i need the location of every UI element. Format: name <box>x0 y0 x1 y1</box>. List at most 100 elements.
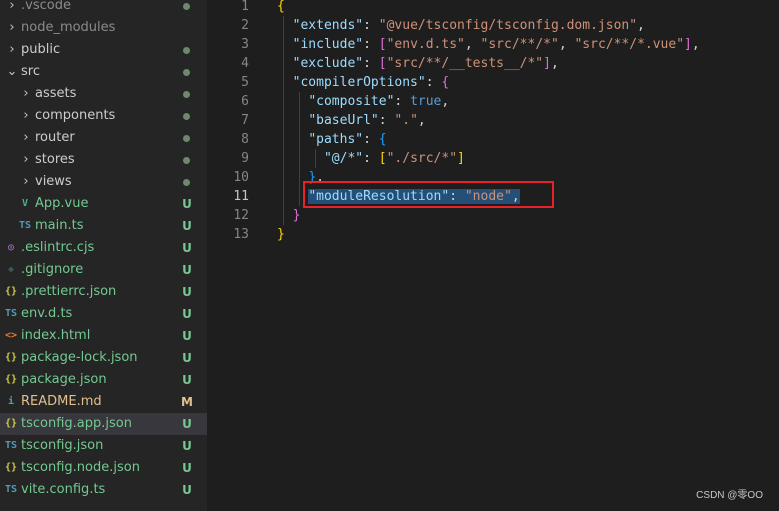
code-line[interactable]: { <box>277 0 285 16</box>
explorer-file[interactable]: {} package-lock.json U <box>0 347 207 369</box>
explorer-item-label: index.html <box>21 328 91 343</box>
explorer-folder[interactable]: › stores <box>0 149 207 171</box>
explorer-item-label: env.d.ts <box>21 306 73 321</box>
code-token: [ <box>378 151 387 166</box>
code-line[interactable]: "include": ["env.d.ts", "src/**/*", "src… <box>277 35 700 54</box>
git-status-dot <box>183 69 190 76</box>
code-token: "include" <box>292 37 364 52</box>
explorer-item-label: src <box>21 64 40 79</box>
json-file-icon: {} <box>4 462 18 473</box>
json-file-icon: {} <box>4 286 18 297</box>
explorer-item-label: tsconfig.node.json <box>21 460 140 475</box>
chevron-right-icon[interactable]: › <box>20 171 32 193</box>
explorer-item-label: node_modules <box>21 20 116 35</box>
explorer-folder[interactable]: › views <box>0 171 207 193</box>
explorer-item-label: router <box>35 130 75 145</box>
explorer-folder[interactable]: ⌄ src <box>0 61 207 83</box>
explorer-file[interactable]: TS main.ts U <box>0 215 207 237</box>
explorer-folder[interactable]: › router <box>0 127 207 149</box>
info-file-icon: i <box>7 396 15 407</box>
explorer-folder[interactable]: › components <box>0 105 207 127</box>
line-number: 2 <box>241 18 249 33</box>
line-number: 4 <box>241 56 249 71</box>
code-line[interactable]: } <box>277 225 285 244</box>
explorer-file[interactable]: ◎ .eslintrc.cjs U <box>0 237 207 259</box>
code-editor[interactable]: 1 2 3 4 5 6 7 8 9 10 11 12 13 { "extends": "@vue/tsc… <box>207 0 779 511</box>
code-token: , <box>441 94 450 109</box>
explorer-file[interactable]: {} package.json U <box>0 369 207 391</box>
git-status-badge: U <box>182 263 192 277</box>
code-token: ] <box>684 37 692 52</box>
html-file-icon: <> <box>4 330 18 341</box>
git-status-dot <box>183 135 190 142</box>
code-line[interactable]: "extends": "@vue/tsconfig/tsconfig.dom.j… <box>277 16 645 35</box>
code-token: "composite" <box>308 94 395 109</box>
chevron-right-icon[interactable]: › <box>20 83 32 105</box>
explorer-item-label: tsconfig.app.json <box>21 416 132 431</box>
chevron-right-icon[interactable]: › <box>6 39 18 61</box>
explorer-file[interactable]: {} tsconfig.node.json U <box>0 457 207 479</box>
ts-file-icon: TS <box>18 220 32 231</box>
git-status-badge: M <box>181 395 193 409</box>
explorer-item-label: .eslintrc.cjs <box>21 240 95 255</box>
explorer-file[interactable]: i README.md M <box>0 391 207 413</box>
chevron-right-icon[interactable]: › <box>20 105 32 127</box>
code-token: "@/*" <box>323 151 364 166</box>
line-number: 6 <box>241 94 249 109</box>
code-token: "src/**/*" <box>480 37 559 52</box>
explorer-file[interactable]: TS tsconfig.json U <box>0 435 207 457</box>
line-number: 9 <box>241 151 249 166</box>
git-status-badge: U <box>182 197 192 211</box>
explorer-item-label: vite.config.ts <box>21 482 106 497</box>
code-token: "extends" <box>292 18 364 33</box>
code-line[interactable]: "compilerOptions": { <box>277 73 450 92</box>
code-line[interactable]: "exclude": ["src/**/__tests__/*"], <box>277 54 559 73</box>
chevron-right-icon[interactable]: › <box>6 0 18 17</box>
chevron-down-icon[interactable]: ⌄ <box>6 61 18 83</box>
git-status-dot <box>183 91 190 98</box>
chevron-right-icon[interactable]: › <box>20 127 32 149</box>
explorer-item-label: package.json <box>21 372 107 387</box>
code-token: "baseUrl" <box>308 113 379 128</box>
explorer-file[interactable]: <> index.html U <box>0 325 207 347</box>
explorer-folder[interactable]: › .vscode <box>0 0 207 17</box>
code-token: , <box>637 18 645 33</box>
line-number: 11 <box>233 189 249 204</box>
code-line[interactable]: } <box>277 206 301 225</box>
code-token: : <box>363 151 379 166</box>
code-line[interactable]: "paths": { <box>277 130 386 149</box>
explorer-folder[interactable]: › public <box>0 39 207 61</box>
explorer-item-label: main.ts <box>35 218 84 233</box>
json-file-icon: {} <box>4 418 18 429</box>
explorer-folder[interactable]: › node_modules <box>0 17 207 39</box>
explorer-file[interactable]: {} tsconfig.app.json U <box>0 413 207 435</box>
explorer-file[interactable]: TS env.d.ts U <box>0 303 207 325</box>
line-number: 8 <box>241 132 249 147</box>
chevron-right-icon[interactable]: › <box>6 17 18 39</box>
explorer-file[interactable]: {} .prettierrc.json U <box>0 281 207 303</box>
code-token: "src/**/__tests__/*" <box>386 56 544 71</box>
git-status-badge: U <box>182 461 192 475</box>
code-token: "env.d.ts" <box>386 37 465 52</box>
git-status-badge: U <box>182 241 192 255</box>
explorer-file[interactable]: TS vite.config.ts U <box>0 479 207 501</box>
ts-file-icon: TS <box>4 484 18 495</box>
explorer-item-label: README.md <box>21 394 102 409</box>
watermark: CSDN @零OO <box>696 490 763 501</box>
code-token: ] <box>543 56 551 71</box>
tsconfig-file-icon: TS <box>4 440 18 451</box>
chevron-right-icon[interactable]: › <box>20 149 32 171</box>
code-line[interactable]: "composite": true, <box>277 92 449 111</box>
code-line[interactable]: "@/*": ["./src/*"] <box>277 149 465 168</box>
code-token: "src/**/*.vue" <box>574 37 685 52</box>
code-token: : <box>363 37 379 52</box>
explorer-file[interactable]: ◆ .gitignore U <box>0 259 207 281</box>
git-status-dot <box>183 47 190 54</box>
line-number: 13 <box>233 227 249 242</box>
explorer-file[interactable]: V App.vue U <box>0 193 207 215</box>
explorer-folder[interactable]: › assets <box>0 83 207 105</box>
git-status-badge: U <box>182 351 192 365</box>
